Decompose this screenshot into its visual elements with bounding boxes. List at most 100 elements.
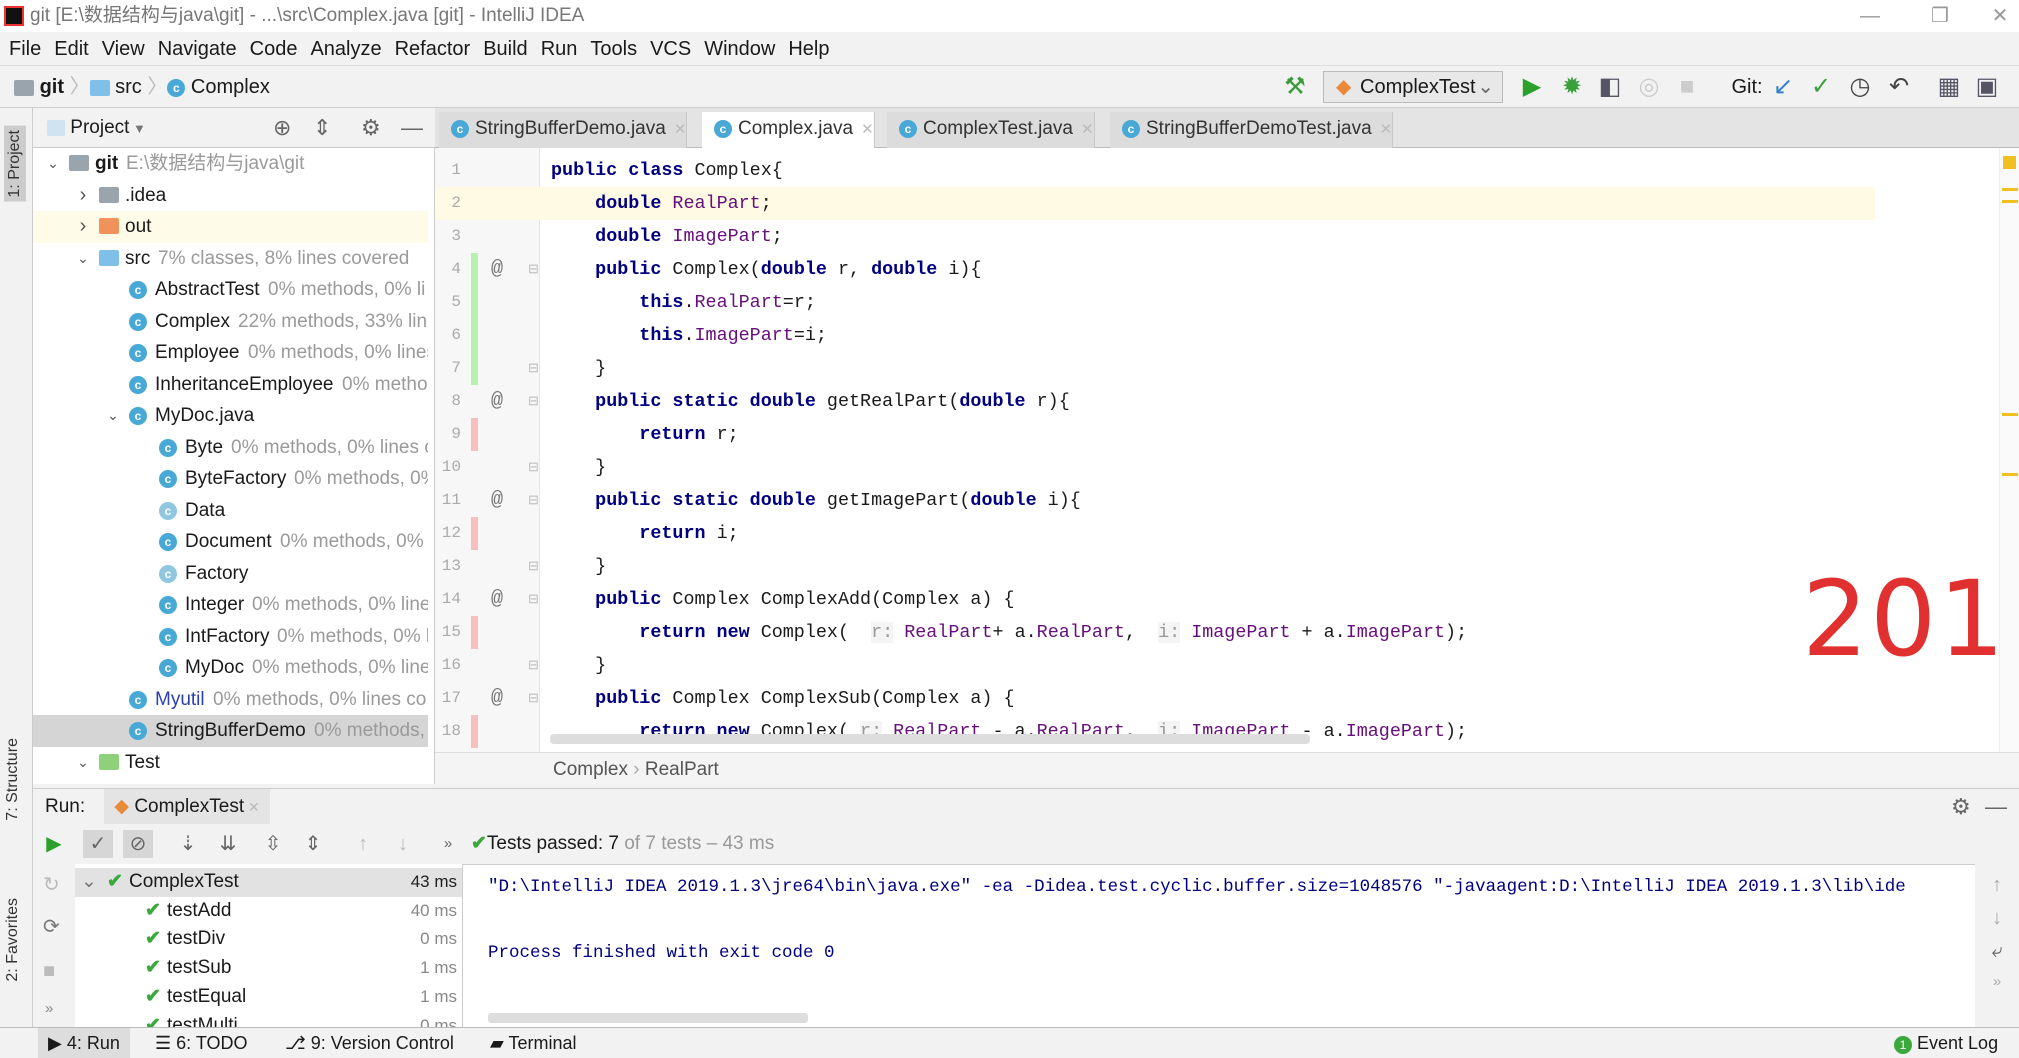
build-hammer-icon[interactable]: ⚒ xyxy=(1280,72,1310,102)
tree-item[interactable]: c MyDoc 0% methods, 0% line xyxy=(33,652,428,684)
code-line[interactable]: 2 double RealPart; xyxy=(435,187,1875,220)
tree-item[interactable]: c Data xyxy=(33,495,428,527)
code-line[interactable]: 17 @ public Complex ComplexSub(Complex a)… xyxy=(435,682,1875,715)
more-icon[interactable]: » xyxy=(433,830,463,858)
breadcrumb-class[interactable]: Complex xyxy=(553,759,628,780)
menu-window[interactable]: Window xyxy=(704,38,775,60)
tab-stringbufferdemotest-java[interactable]: c StringBufferDemoTest.java ✕ xyxy=(1110,112,1394,148)
chevron-down-icon[interactable]: ⌄ xyxy=(75,747,91,779)
history-icon[interactable]: ◷ xyxy=(1845,72,1875,102)
more-icon[interactable]: » xyxy=(1975,973,2019,990)
crumb-src[interactable]: src xyxy=(115,76,142,98)
menu-file[interactable]: File xyxy=(9,38,41,60)
code-line[interactable]: 8 @ public static double getRealPart(doub… xyxy=(435,385,1875,418)
collapse-all-icon[interactable]: ⇕ xyxy=(313,108,331,148)
menu-analyze[interactable]: Analyze xyxy=(310,38,381,60)
rerun-icon[interactable]: ▶ xyxy=(39,830,69,858)
stop-icon[interactable]: ■ xyxy=(43,960,55,983)
profile-icon[interactable]: ◎ xyxy=(1634,72,1664,102)
tree-item[interactable]: c StringBufferDemo 0% methods, xyxy=(33,715,428,747)
tree-item[interactable]: › out xyxy=(33,211,428,243)
breadcrumb-field[interactable]: RealPart xyxy=(645,759,719,780)
menu-navigate[interactable]: Navigate xyxy=(158,38,237,60)
override-icon[interactable]: @ xyxy=(491,583,503,616)
override-icon[interactable]: @ xyxy=(491,385,503,418)
event-log[interactable]: 1 Event Log xyxy=(1894,1028,1998,1058)
tool-window-version-control[interactable]: ⎇ 9: Version Control xyxy=(285,1028,454,1058)
menu-tools[interactable]: Tools xyxy=(590,38,637,60)
menu-edit[interactable]: Edit xyxy=(54,38,88,60)
collapse-all-icon[interactable]: ⇕ xyxy=(298,830,328,858)
sort-alpha-icon[interactable]: ⇣ xyxy=(173,830,203,858)
tree-item[interactable]: c Integer 0% methods, 0% line xyxy=(33,589,428,621)
test-item[interactable]: ✔ testEqual 1 ms xyxy=(75,983,462,1012)
run-gear-icon[interactable]: ⚙ xyxy=(1951,789,1971,825)
close-tab-icon[interactable]: ✕ xyxy=(1081,121,1094,138)
chevron-down-icon[interactable]: ⌄ xyxy=(105,400,121,432)
rollback-icon[interactable]: ↶ xyxy=(1884,72,1914,102)
warning-indicator-icon[interactable] xyxy=(2003,156,2016,169)
test-item[interactable]: ✔ testAdd 40 ms xyxy=(75,897,462,926)
menu-view[interactable]: View xyxy=(102,38,145,60)
code-line[interactable]: 3 double ImagePart; xyxy=(435,220,1875,253)
console-output[interactable]: "D:\IntelliJ IDEA 2019.1.3\jre64\bin\jav… xyxy=(463,864,1975,1027)
minimize-icon[interactable]: — xyxy=(1845,0,1895,32)
crumb-git[interactable]: git xyxy=(40,76,64,98)
code-line[interactable]: 14 @ public Complex ComplexAdd(Complex a)… xyxy=(435,583,1875,616)
run-config-select[interactable]: ◆ ComplexTest ⌄ xyxy=(1323,71,1503,103)
close-tab-icon[interactable]: ✕ xyxy=(1380,121,1393,138)
tool-tab-favorites[interactable]: 2: Favorites xyxy=(4,898,22,982)
show-passed-icon[interactable]: ✓ xyxy=(83,830,113,858)
code-line[interactable]: 10 } xyxy=(435,451,1875,484)
project-view-select[interactable]: Project xyxy=(70,117,129,138)
tab-stringbufferdemo-java[interactable]: c StringBufferDemo.java ✕ xyxy=(439,112,688,148)
gear-icon[interactable]: ⚙ xyxy=(361,108,381,148)
tree-item[interactable]: c Factory xyxy=(33,558,428,590)
scroll-up-icon[interactable]: ↑ xyxy=(1975,874,2019,897)
coverage-icon[interactable]: ◧ xyxy=(1595,72,1625,102)
git-update-icon[interactable]: ↙ xyxy=(1768,72,1798,102)
tree-item[interactable]: c Document 0% methods, 0% xyxy=(33,526,428,558)
toggle-auto-test-icon[interactable]: ⟳ xyxy=(43,914,60,939)
code-line[interactable]: 1 public class Complex{ xyxy=(435,154,1875,187)
code-line[interactable]: 16 } xyxy=(435,649,1875,682)
terminal-toggle-icon[interactable]: ▣ xyxy=(1972,72,2002,102)
maximize-icon[interactable]: ❐ xyxy=(1915,0,1965,32)
close-tab-icon[interactable]: ✕ xyxy=(674,121,687,138)
more-icon[interactable]: » xyxy=(45,1000,53,1017)
close-icon[interactable]: ✕ xyxy=(1975,0,2019,32)
override-icon[interactable]: @ xyxy=(491,484,503,517)
tree-item[interactable]: c AbstractTest 0% methods, 0% li xyxy=(33,274,428,306)
chevron-right-icon[interactable]: › xyxy=(75,211,91,243)
menu-run[interactable]: Run xyxy=(541,38,578,60)
tab-complex-java[interactable]: c Complex.java ✕ xyxy=(702,112,875,148)
tree-item[interactable]: › .idea xyxy=(33,180,428,212)
tree-item[interactable]: c Complex 22% methods, 33% lin xyxy=(33,306,428,338)
tree-item[interactable]: ⌄ c MyDoc.java xyxy=(33,400,428,432)
code-line[interactable]: 13 } xyxy=(435,550,1875,583)
tool-tab-structure[interactable]: 7: Structure xyxy=(4,738,22,821)
debug-icon[interactable]: ✹ xyxy=(1557,72,1587,102)
run-icon[interactable]: ▶ xyxy=(1517,72,1547,102)
stop-icon[interactable]: ■ xyxy=(1672,72,1702,102)
menu-refactor[interactable]: Refactor xyxy=(395,38,471,60)
prev-failed-icon[interactable]: ↑ xyxy=(348,830,378,858)
test-item[interactable]: ✔ testSub 1 ms xyxy=(75,954,462,983)
console-scrollbar[interactable] xyxy=(488,1013,808,1023)
close-tab-icon[interactable]: ✕ xyxy=(861,121,874,138)
scroll-down-icon[interactable]: ↓ xyxy=(1975,907,2019,930)
tree-item[interactable]: c Employee 0% methods, 0% lines xyxy=(33,337,428,369)
code-line[interactable]: 11 @ public static double getImagePart(do… xyxy=(435,484,1875,517)
chevron-down-icon[interactable]: ⌄ xyxy=(75,243,91,275)
chevron-down-icon[interactable]: ⌄ xyxy=(81,868,97,897)
expand-all-icon[interactable]: ⇳ xyxy=(258,830,288,858)
code-line[interactable]: 4 @ public Complex(double r, double i){ xyxy=(435,253,1875,286)
hide-icon[interactable]: — xyxy=(401,108,423,148)
show-ignored-icon[interactable]: ⊘ xyxy=(123,830,153,858)
tool-tab-project[interactable]: 1: Project xyxy=(4,126,26,202)
tab-complextest-java[interactable]: c ComplexTest.java ✕ xyxy=(887,112,1095,148)
locate-icon[interactable]: ⊕ xyxy=(273,108,291,148)
tree-item[interactable]: ⌄ src 7% classes, 8% lines covered xyxy=(33,243,428,275)
tool-window-terminal[interactable]: ▰ Terminal xyxy=(490,1028,577,1058)
override-icon[interactable]: @ xyxy=(491,682,503,715)
